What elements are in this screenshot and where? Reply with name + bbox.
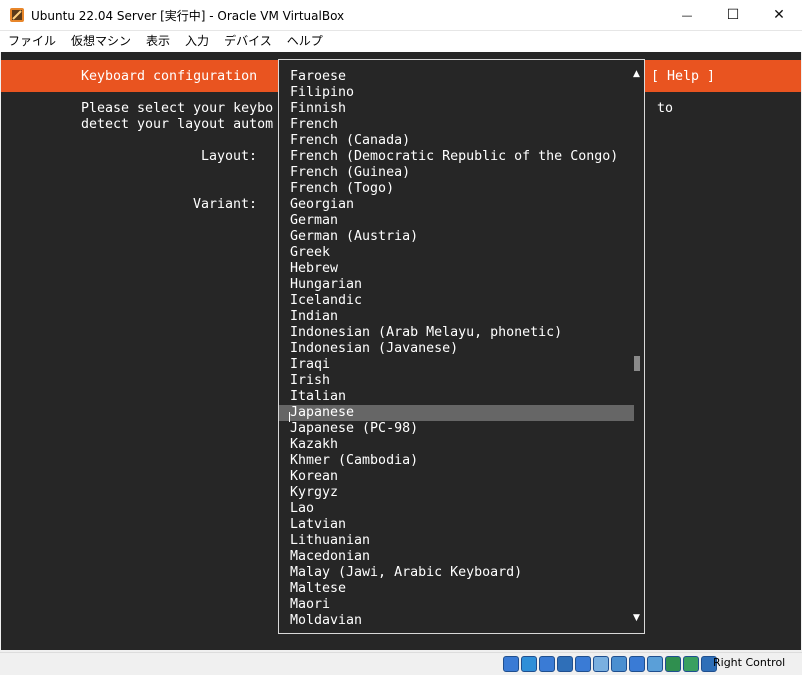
window-controls: — ☐ ✕ [664,0,802,30]
title-bar[interactable]: Ubuntu 22.04 Server [実行中] - Oracle VM Vi… [0,0,802,31]
list-item[interactable]: Kyrgyz [279,485,634,501]
host-key-label: Right Control [713,656,786,669]
usb-icon[interactable] [575,656,591,672]
recording-icon[interactable] [629,656,645,672]
help-button[interactable]: [ Help ] [651,69,715,85]
layout-label: Layout: [201,149,258,164]
list-item[interactable]: Lao [279,501,634,517]
instruction-text-right: to [657,101,674,116]
list-item[interactable]: Moldavian [279,613,634,629]
layout-options: Faroese Filipino Finnish French French (Cana… [279,69,634,629]
virtualization-icon[interactable] [665,656,681,672]
list-item[interactable]: French (Guinea) [279,165,634,181]
list-item[interactable]: Iraqi [279,357,634,373]
list-item[interactable]: Icelandic [279,293,634,309]
list-item[interactable]: French (Democratic Republic of the Congo… [279,149,634,165]
status-icons [503,656,717,672]
list-item[interactable]: Malay (Jawi, Arabic Keyboard) [279,565,634,581]
list-item[interactable]: Irish [279,373,634,389]
minimize-button[interactable]: — [664,0,710,30]
hard-disk-icon[interactable] [503,656,519,672]
window-title: Ubuntu 22.04 Server [実行中] - Oracle VM Vi… [31,8,345,23]
maximize-button[interactable]: ☐ [710,0,756,30]
list-item-selected[interactable]: Japanese [279,405,634,421]
scroll-up-icon[interactable]: ▲ [633,69,640,79]
status-bar: Right Control [0,652,802,675]
instruction-text-line2: detect your layout autom [81,117,274,132]
list-item[interactable]: Hebrew [279,261,634,277]
list-item[interactable]: Maori [279,597,634,613]
close-button[interactable]: ✕ [756,0,802,30]
list-item[interactable]: French [279,117,634,133]
maximize-icon: ☐ [726,7,740,23]
scrollbar-thumb[interactable] [634,356,640,371]
list-item[interactable]: Hungarian [279,277,634,293]
menu-bar: ファイル 仮想マシン 表示 入力 デバイス ヘルプ [0,31,802,52]
list-item[interactable]: Greek [279,245,634,261]
list-item[interactable]: Lithuanian [279,533,634,549]
list-item[interactable]: French (Togo) [279,181,634,197]
list-item[interactable]: Indonesian (Javanese) [279,341,634,357]
scroll-down-icon[interactable]: ▼ [633,613,640,623]
list-item[interactable]: Latvian [279,517,634,533]
list-item[interactable]: German (Austria) [279,229,634,245]
list-item[interactable]: Filipino [279,85,634,101]
layout-dropdown-list[interactable]: Faroese Filipino Finnish French French (Cana… [278,59,645,634]
menu-machine[interactable]: 仮想マシン [63,31,138,52]
list-item[interactable]: Indian [279,309,634,325]
list-item[interactable]: French (Canada) [279,133,634,149]
menu-help[interactable]: ヘルプ [279,31,330,52]
cpu-icon[interactable] [647,656,663,672]
list-item[interactable]: Macedonian [279,549,634,565]
list-item[interactable]: Finnish [279,101,634,117]
mouse-integration-icon[interactable] [683,656,699,672]
menu-view[interactable]: 表示 [138,31,177,52]
list-item[interactable]: Khmer (Cambodia) [279,453,634,469]
instruction-text-line1: Please select your keybo [81,101,274,116]
list-item[interactable]: German [279,213,634,229]
variant-label: Variant: [193,197,258,212]
display-icon[interactable] [611,656,627,672]
list-item[interactable]: Georgian [279,197,634,213]
virtualbox-app-icon [10,8,24,22]
vm-display[interactable]: Keyboard configuration [ Help ] Please s… [1,52,801,650]
shared-folder-icon[interactable] [593,656,609,672]
list-item[interactable]: Kazakh [279,437,634,453]
list-item[interactable]: Korean [279,469,634,485]
audio-icon[interactable] [539,656,555,672]
list-item[interactable]: Indonesian (Arab Melayu, phonetic) [279,325,634,341]
list-item[interactable]: Japanese (PC-98) [279,421,634,437]
menu-file[interactable]: ファイル [0,31,63,52]
list-item[interactable]: Maltese [279,581,634,597]
page-title: Keyboard configuration [81,69,258,84]
list-item[interactable]: Italian [279,389,634,405]
network-icon[interactable] [557,656,573,672]
menu-devices[interactable]: デバイス [216,31,279,52]
menu-input[interactable]: 入力 [177,31,216,52]
optical-drive-icon[interactable] [521,656,537,672]
text-cursor-icon [289,412,292,422]
list-item[interactable]: Faroese [279,69,634,85]
close-icon: ✕ [773,7,785,23]
minimize-icon: — [681,8,693,22]
